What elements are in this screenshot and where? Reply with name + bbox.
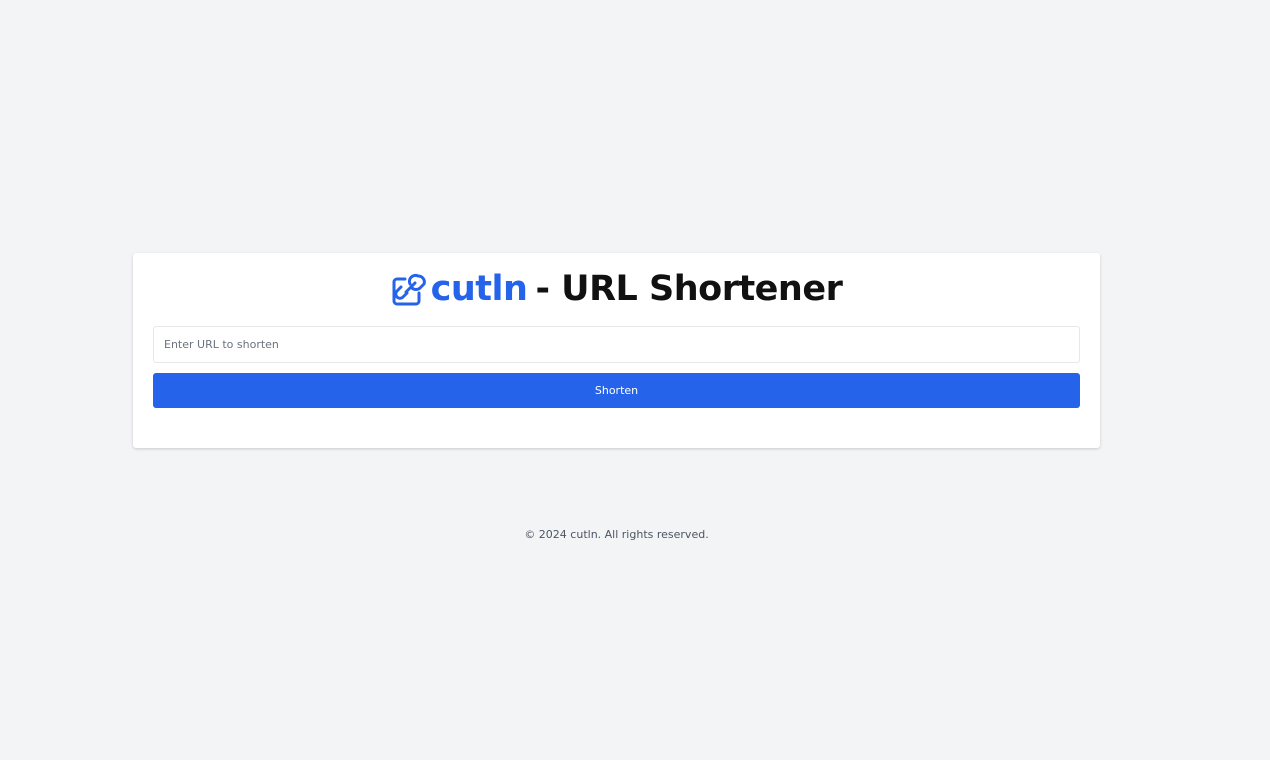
page: cutln - URL Shortener Shorten © 2024 cut… xyxy=(0,0,1270,760)
title-suffix: - URL Shortener xyxy=(535,269,843,309)
page-title: cutln - URL Shortener xyxy=(133,267,1100,311)
brand-name: cutln xyxy=(430,269,528,309)
link-icon xyxy=(391,271,427,307)
shortener-card: cutln - URL Shortener Shorten xyxy=(133,253,1100,448)
footer-copyright: © 2024 cutln. All rights reserved. xyxy=(524,528,709,541)
url-input[interactable] xyxy=(153,326,1080,363)
shorten-button[interactable]: Shorten xyxy=(153,373,1080,408)
